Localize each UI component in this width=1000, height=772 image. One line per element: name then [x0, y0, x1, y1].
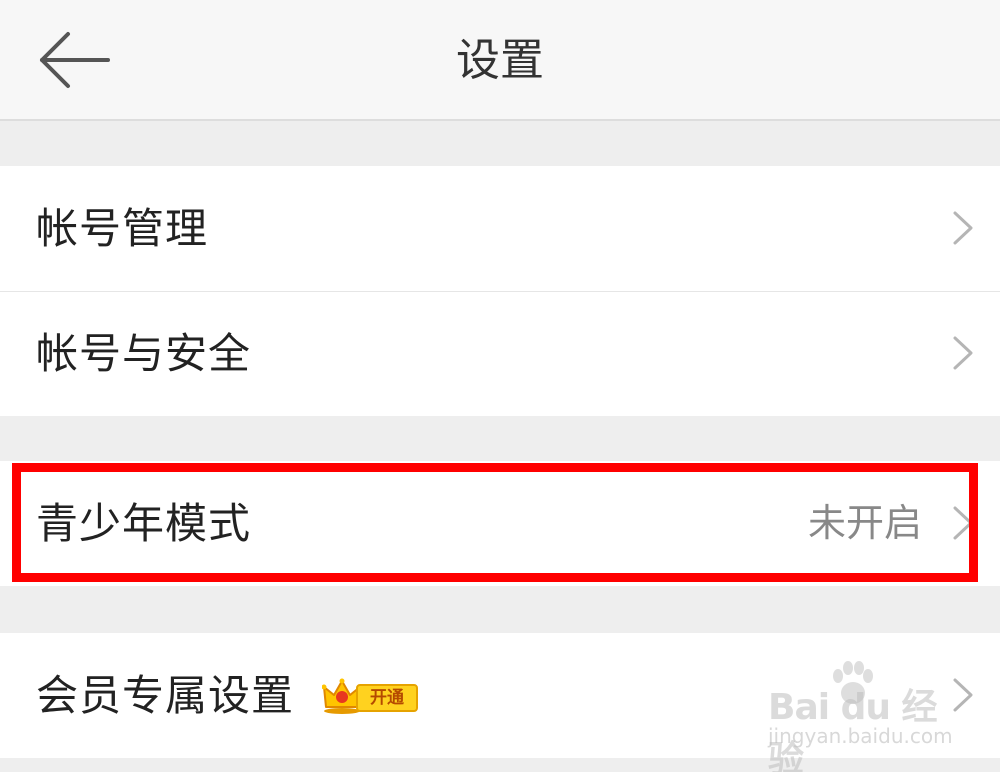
- settings-item-account-management[interactable]: 帐号管理: [0, 166, 1000, 291]
- top-nav-bar: 设置: [0, 0, 1000, 121]
- settings-item-vip-settings[interactable]: 会员专属设置 开通: [0, 633, 1000, 758]
- settings-item-label: 帐号管理: [36, 204, 209, 253]
- back-button[interactable]: [30, 24, 120, 96]
- vip-open-badge[interactable]: 开通: [322, 677, 418, 715]
- settings-group-account: 帐号管理 帐号与安全: [0, 166, 1000, 416]
- teen-mode-status: 未开启: [807, 501, 922, 545]
- settings-item-label: 青少年模式: [36, 499, 252, 548]
- settings-item-account-security[interactable]: 帐号与安全: [0, 291, 1000, 416]
- settings-item-label: 会员专属设置: [36, 671, 295, 720]
- vip-badge-text: 开通: [356, 684, 418, 712]
- settings-group-teen: 青少年模式 未开启: [0, 461, 1000, 586]
- chevron-right-icon: [952, 677, 974, 713]
- chevron-right-icon: [952, 335, 974, 371]
- settings-item-teen-mode[interactable]: 青少年模式 未开启: [0, 461, 1000, 586]
- chevron-right-icon: [952, 505, 974, 541]
- arrow-left-icon: [40, 32, 110, 88]
- settings-item-label: 帐号与安全: [36, 329, 252, 378]
- chevron-right-icon: [952, 210, 974, 246]
- settings-group-vip: 会员专属设置 开通: [0, 633, 1000, 758]
- page-title: 设置: [456, 35, 544, 86]
